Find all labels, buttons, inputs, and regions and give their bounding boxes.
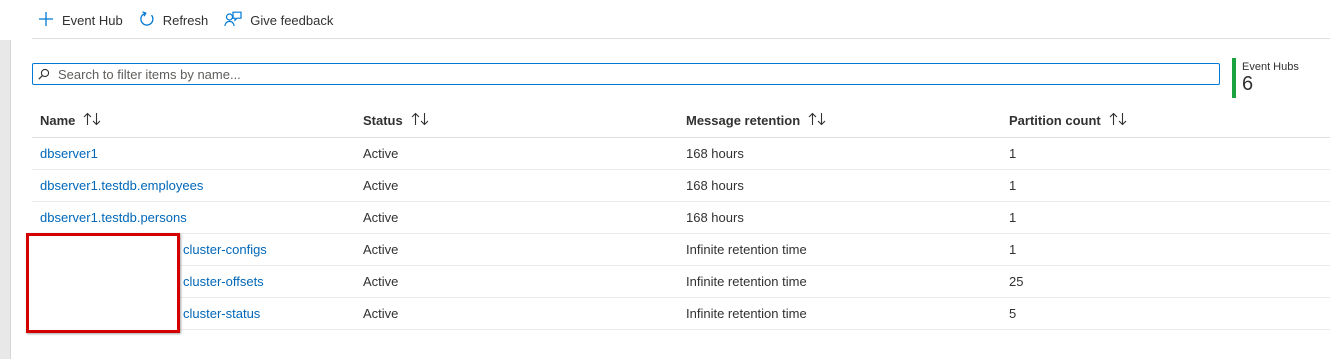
partition-count-cell: 1 — [1009, 210, 1017, 225]
event-hub-name-link[interactable]: dbserver1 — [40, 146, 98, 161]
table-row[interactable]: cluster-configs Active Infinite retentio… — [32, 234, 1330, 266]
retention-cell: Infinite retention time — [686, 274, 807, 289]
sort-icon — [1101, 112, 1127, 129]
partition-count-cell: 25 — [1009, 274, 1024, 289]
column-header-partition-count[interactable]: Partition count — [1001, 112, 1330, 129]
add-event-hub-label: Event Hub — [62, 12, 123, 28]
partition-count-cell: 1 — [1009, 146, 1017, 161]
retention-cell: Infinite retention time — [686, 306, 807, 321]
table-header: Name Status Message retention Partition … — [32, 104, 1330, 138]
partition-count-cell: 1 — [1009, 178, 1017, 193]
status-cell: Active — [363, 146, 399, 161]
left-scroll-rail — [0, 40, 11, 359]
add-event-hub-button[interactable]: Event Hub — [38, 8, 123, 32]
event-hub-name-link[interactable]: cluster-offsets — [183, 274, 264, 289]
refresh-button[interactable]: Refresh — [139, 8, 209, 32]
column-header-status[interactable]: Status — [355, 112, 678, 129]
give-feedback-button[interactable]: Give feedback — [224, 8, 333, 32]
sort-icon — [75, 112, 101, 129]
column-header-name[interactable]: Name — [32, 112, 355, 129]
table-row[interactable]: dbserver1.testdb.employees Active 168 ho… — [32, 170, 1330, 202]
status-cell: Active — [363, 274, 399, 289]
toolbar-divider — [32, 38, 1330, 39]
retention-cell: Infinite retention time — [686, 242, 807, 257]
summary-count: 6 — [1242, 73, 1254, 95]
search-icon — [38, 66, 54, 82]
retention-cell: 168 hours — [686, 210, 744, 225]
plus-icon — [38, 11, 62, 30]
partition-count-cell: 5 — [1009, 306, 1017, 321]
redaction-box — [26, 233, 180, 333]
event-hubs-summary: Event Hubs 6 — [1232, 58, 1322, 98]
command-bar: Event Hub Refresh Give feedback — [38, 8, 349, 32]
refresh-icon — [139, 10, 163, 30]
table-row[interactable]: dbserver1.testdb.persons Active 168 hour… — [32, 202, 1330, 234]
column-header-label: Status — [363, 113, 403, 128]
refresh-label: Refresh — [162, 12, 209, 28]
summary-label: Event Hubs — [1242, 61, 1299, 73]
column-header-message-retention[interactable]: Message retention — [678, 112, 1001, 129]
status-cell: Active — [363, 178, 399, 193]
partition-count-cell: 1 — [1009, 242, 1017, 257]
column-header-label: Message retention — [686, 113, 801, 128]
give-feedback-label: Give feedback — [250, 12, 334, 28]
status-cell: Active — [363, 306, 399, 321]
search-box[interactable] — [32, 63, 1220, 85]
sort-icon — [800, 112, 826, 129]
event-hub-name-link[interactable]: cluster-configs — [183, 242, 267, 257]
table-row[interactable]: cluster-offsets Active Infinite retentio… — [32, 266, 1330, 298]
retention-cell: 168 hours — [686, 146, 744, 161]
event-hub-name-link[interactable]: dbserver1.testdb.employees — [40, 178, 203, 193]
table-row[interactable]: cluster-status Active Infinite retention… — [32, 298, 1330, 330]
event-hub-name-link[interactable]: dbserver1.testdb.persons — [40, 210, 187, 225]
column-header-label: Name — [40, 113, 76, 128]
sort-icon — [403, 112, 429, 129]
event-hubs-table: Name Status Message retention Partition … — [32, 104, 1330, 330]
feedback-icon — [224, 11, 250, 30]
column-header-label: Partition count — [1009, 113, 1101, 128]
status-cell: Active — [363, 210, 399, 225]
search-input[interactable] — [58, 65, 1219, 83]
status-cell: Active — [363, 242, 399, 257]
retention-cell: 168 hours — [686, 178, 744, 193]
table-row[interactable]: dbserver1 Active 168 hours 1 — [32, 138, 1330, 170]
event-hub-name-link[interactable]: cluster-status — [183, 306, 260, 321]
